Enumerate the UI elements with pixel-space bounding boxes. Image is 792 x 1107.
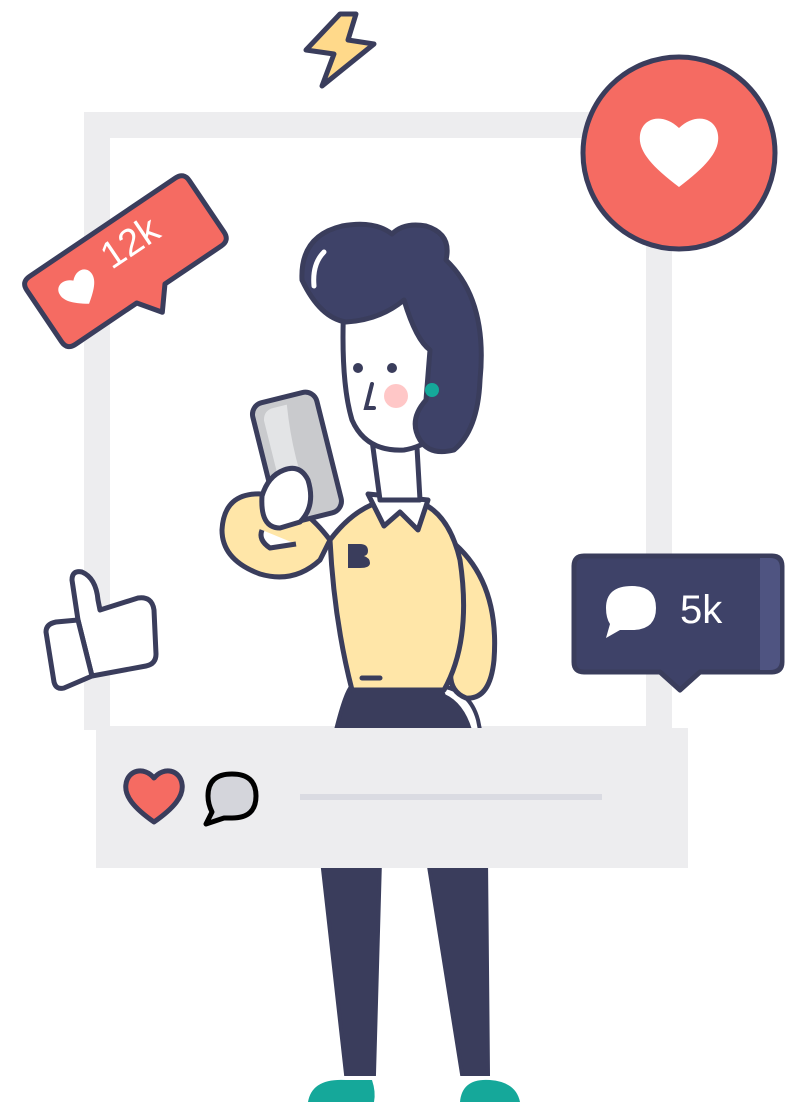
heart-circle-icon	[580, 54, 778, 252]
likes-badge	[22, 173, 229, 350]
phone-hand	[219, 389, 344, 580]
lightning-icon	[303, 11, 377, 89]
illustration: 12k 5k	[0, 0, 792, 1102]
person-head	[299, 221, 484, 455]
right-eye	[387, 363, 397, 373]
illustration-canvas	[22, 11, 785, 1102]
cheek	[384, 384, 408, 408]
post-action-bar	[96, 728, 688, 868]
right-shoe	[460, 1079, 520, 1102]
left-eye	[353, 363, 363, 373]
person-body	[327, 427, 498, 732]
person-legs	[308, 858, 520, 1102]
left-shoe	[308, 1079, 375, 1102]
comments-badge	[571, 553, 785, 693]
caption-placeholder-line	[300, 794, 602, 800]
comment-action-speech-bubble-icon[interactable]	[203, 771, 259, 827]
earring	[425, 383, 439, 397]
